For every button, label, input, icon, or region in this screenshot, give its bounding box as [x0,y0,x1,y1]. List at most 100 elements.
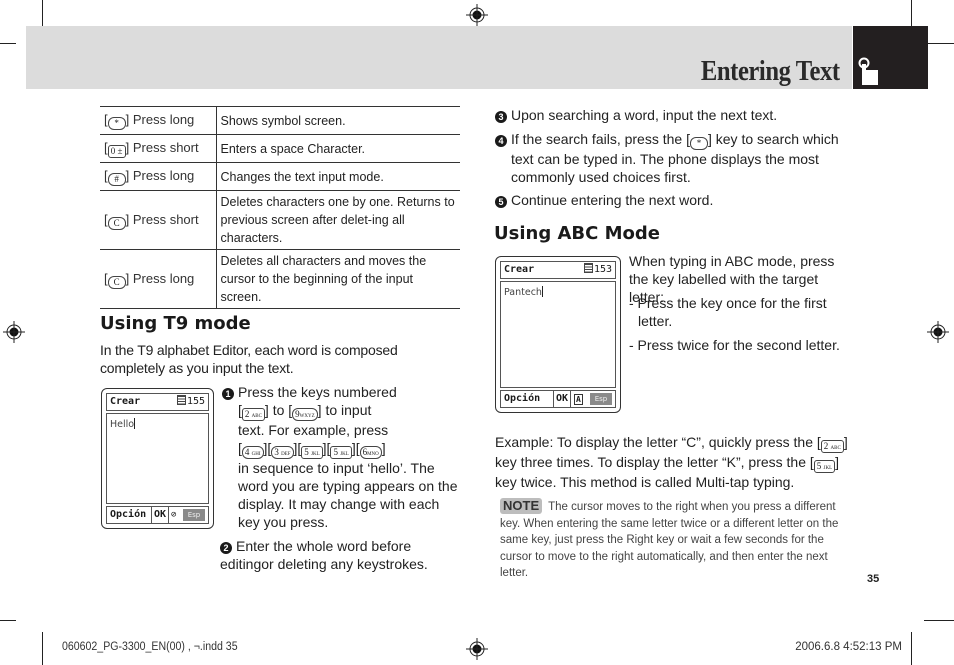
key-3-icon: 3 DEF [271,446,294,459]
key-5-icon: 5 JKL [330,446,352,459]
footer-filename: 060602_PG-3300_EN(00) , ¬.indd 35 [62,641,238,653]
star-key-icon: * [107,117,126,130]
key-letters: MNO [367,452,379,457]
key-2-icon: 2 ABC [241,408,265,421]
table-row: [C] Press short Deletes characters one b… [100,190,460,250]
step-number-icon: 5 [495,196,507,208]
step-number-icon: 3 [495,111,507,123]
softkey-ok: OK [154,509,167,520]
key-cell: [*] Press long [100,106,216,135]
key-5-icon: 5 JKL [813,460,836,473]
t9-heading: Using T9 mode [100,313,251,334]
step-3: 3 Upon searching a word, input the next t… [495,106,855,124]
abc-mode-icon: A [574,394,583,405]
step-number-icon: 1 [222,388,234,400]
key-letters: JKL [823,466,833,471]
table-row: [*] Press long Shows symbol screen. [100,106,460,135]
registration-mark-icon [466,638,488,660]
abc-phone-screen: Crear 153 Pantech Opción OK A Esp [495,256,621,413]
description-cell: Changes the text input mode. [215,162,460,191]
page-title: Entering Text [701,56,840,87]
zero-key-icon: 0 ± [107,145,126,158]
crop-mark [925,43,954,44]
step-text: Enter the whole word before editingor de… [220,538,428,572]
char-counter: 153 [583,262,612,278]
text-cursor [541,286,543,297]
char-counter: 155 [176,394,205,410]
key-action: Press short [132,140,199,155]
key-letters: ABC [830,446,841,451]
key-6-icon: 6MNO [359,446,382,459]
step-text: in sequence to input ‘hello’. The word y… [238,460,458,530]
key-cell: [C] Press long [100,249,216,309]
divider [553,391,554,407]
softkey-option: Opción [504,393,541,404]
key-2-icon: 2 ABC [820,440,844,453]
step-number-icon: 2 [220,542,232,554]
description-cell: Shows symbol screen. [215,106,460,135]
step-text: Press the keys numbered [238,384,397,400]
step-4: 4 If the search fails, press the [*] key … [495,130,855,186]
table-row: [0 ±] Press short Enters a space Charact… [100,134,460,163]
document-icon [583,263,593,273]
key-cell: [C] Press short [100,190,216,250]
footer-timestamp: 2006.6.8 4:52:13 PM [795,641,902,653]
key-letters: ABC [251,414,262,419]
t9-step-1: 1 Press the keys numbered [2 ABC] to [9WX… [222,383,462,531]
t9-phone-screen: Crear 155 Hello Opción OK ⊘ Esp [101,388,214,529]
screen-title-bar: Crear 155 [106,393,209,411]
note-text: The cursor moves to the right when you p… [500,501,839,579]
key-action: Press long [132,168,195,183]
page-number: 35 [867,573,880,585]
abc-example: Example: To display the letter “C”, quic… [495,433,855,491]
t9-step-2: 2 Enter the whole word before editingor d… [220,537,465,573]
document-icon [176,395,186,405]
key-digit: 5 [816,461,822,471]
t9-mode-icon: ⊘ [171,510,177,520]
screen-text-area: Hello [106,413,209,504]
screen-text: Pantech [504,287,542,298]
key-cell: [#] Press long [100,162,216,191]
crop-mark [0,620,16,621]
abc-heading: Using ABC Mode [494,223,660,244]
clear-key-icon: C [107,216,126,230]
step-text: If the search fails, press the [ [511,131,690,147]
registration-mark-icon [466,4,488,26]
char-count: 153 [593,264,612,275]
screen-title-bar: Crear 153 [500,261,616,279]
key-4-icon: 4 GHI [241,446,264,459]
key-cell: [0 ±] Press short [100,134,216,163]
screen-text: Hello [110,419,135,430]
key-digit: 5 [333,447,338,457]
divider [570,391,571,407]
step-text: to input [325,402,372,418]
key-letters: JKL [311,452,320,457]
char-count: 155 [186,396,205,407]
step-text: to [272,402,285,418]
description-cell: Enters a space Character. [215,134,460,163]
hash-key-icon: # [107,173,126,186]
crop-mark [924,620,954,621]
key-letters: WXYZ [299,414,315,419]
divider [168,507,169,523]
key-digit: 2 [823,441,829,451]
table-row: [#] Press long Changes the text input mo… [100,162,460,191]
step-number-icon: 4 [495,135,507,147]
softkey-ok: OK [556,393,569,404]
key-digit: 2 [244,409,250,419]
key-action: Press long [132,112,195,127]
key-function-table: [*] Press long Shows symbol screen. [0 ±… [100,106,460,309]
example-text: Example: To display the letter “C”, quic… [495,434,821,450]
key-digit: 4 [244,447,250,457]
key-action: Press short [132,211,199,227]
crop-mark [911,632,912,665]
divider [151,507,152,523]
description-cell: Deletes characters one by one. Returns t… [215,190,460,250]
key-digit: 3 [274,447,279,457]
step-text: Upon searching a word, input the next te… [511,107,778,123]
softkey-bar: Opción OK ⊘ Esp [106,506,209,524]
star-key-icon: * [689,137,708,150]
key-9-icon: 9WXYZ [292,408,318,421]
screen-title: Crear [504,264,535,275]
crop-mark [42,632,43,665]
